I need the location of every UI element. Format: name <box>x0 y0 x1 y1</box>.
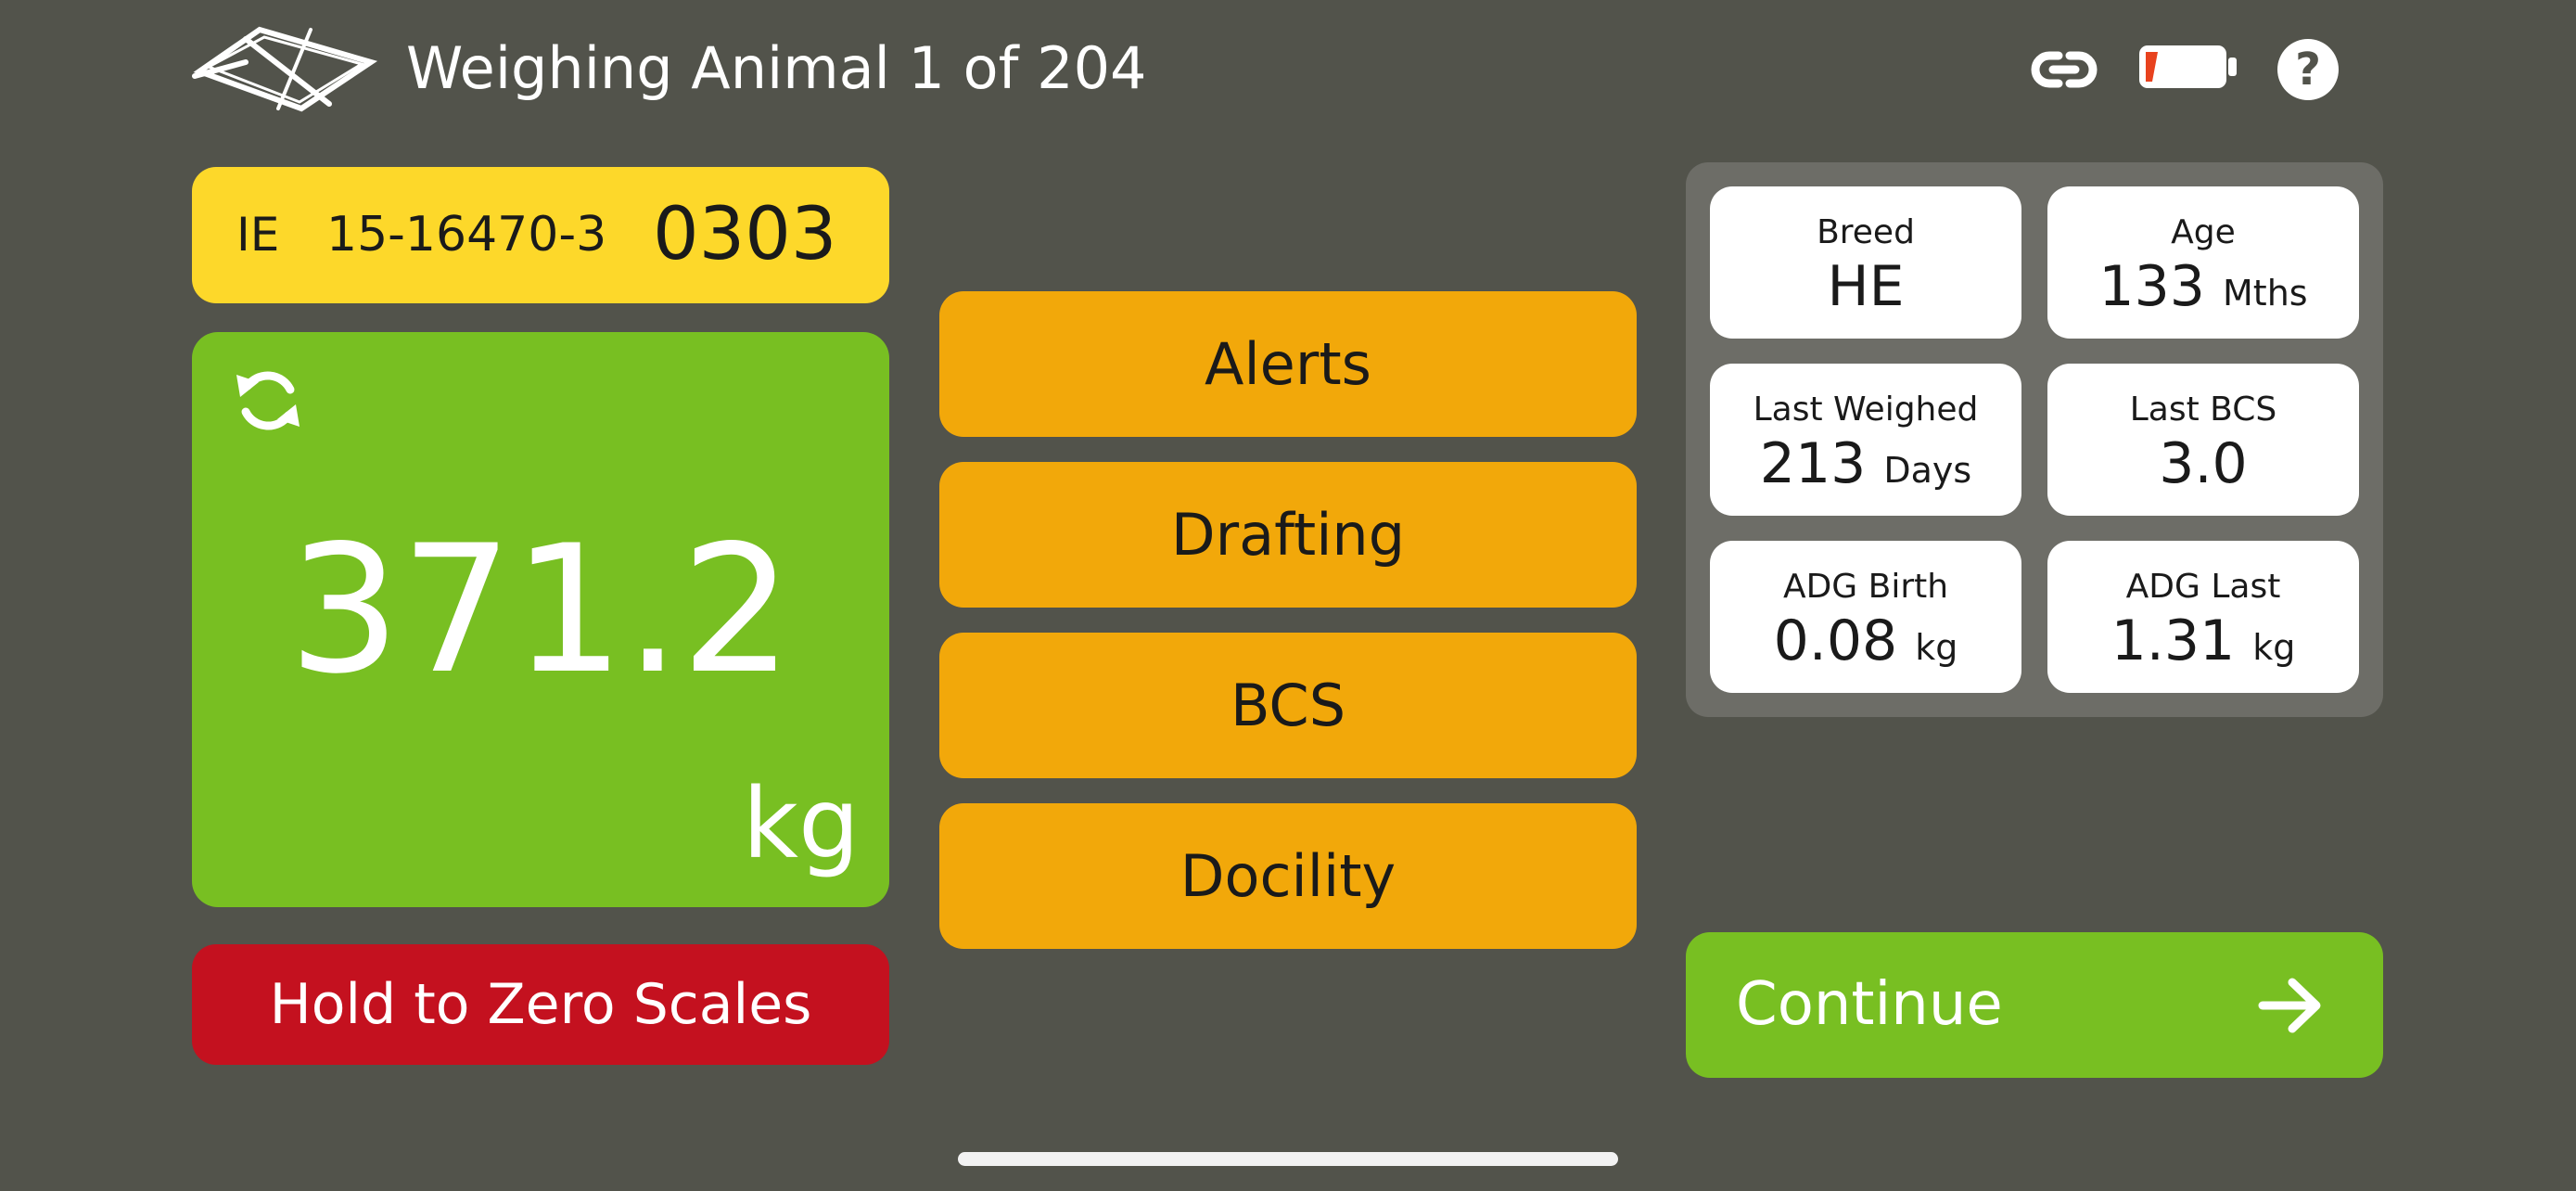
adg-last-value: 1.31 kg <box>2047 608 2359 681</box>
breed-card: Breed HE <box>1710 186 2021 339</box>
adg-birth-card: ADG Birth 0.08 kg <box>1710 541 2021 693</box>
refresh-icon[interactable] <box>229 362 307 440</box>
last-weighed-value: 213 Days <box>1710 430 2021 504</box>
animal-info-panel: Breed HE Age 133 Mths Last Weighed 213 D… <box>1686 162 2383 717</box>
age-card: Age 133 Mths <box>2047 186 2359 339</box>
adg-last-unit: kg <box>2252 627 2296 668</box>
last-weighed-unit: Days <box>1883 450 1972 491</box>
docility-button[interactable]: Docility <box>939 803 1637 949</box>
last-bcs-value: 3.0 <box>2047 430 2359 497</box>
breed-value: HE <box>1710 253 2021 320</box>
tag-animal-number: 0303 <box>653 193 837 276</box>
adg-birth-unit: kg <box>1915 627 1958 668</box>
help-icon[interactable]: ? <box>2277 39 2339 100</box>
weight-display: 371.2 kg <box>192 332 889 907</box>
tag-country: IE <box>236 208 280 262</box>
zero-scales-button[interactable]: Hold to Zero Scales <box>192 944 889 1065</box>
last-bcs-label: Last BCS <box>2129 391 2277 429</box>
adg-last-card: ADG Last 1.31 kg <box>2047 541 2359 693</box>
arrow-right-icon <box>2257 975 2324 1036</box>
age-value-text: 133 <box>2098 254 2205 319</box>
weight-unit: kg <box>742 767 860 880</box>
last-bcs-value-text: 3.0 <box>2159 431 2248 496</box>
page-title: Weighing Animal 1 of 204 <box>406 34 1147 102</box>
last-bcs-card: Last BCS 3.0 <box>2047 364 2359 516</box>
continue-button[interactable]: Continue <box>1686 932 2383 1078</box>
link-icon[interactable] <box>2031 42 2098 97</box>
age-unit: Mths <box>2223 273 2308 314</box>
age-value: 133 Mths <box>2047 253 2359 327</box>
alerts-button[interactable]: Alerts <box>939 291 1637 437</box>
adg-birth-value-text: 0.08 <box>1773 608 1898 673</box>
home-indicator[interactable] <box>958 1152 1618 1166</box>
adg-last-label: ADG Last <box>2125 568 2281 606</box>
breed-label: Breed <box>1817 213 1915 251</box>
adg-birth-value: 0.08 kg <box>1710 608 2021 681</box>
last-weighed-card: Last Weighed 213 Days <box>1710 364 2021 516</box>
tag-herd-number: 15-16470-3 <box>326 207 607 263</box>
age-label: Age <box>2171 213 2236 251</box>
tag-strip: IE 15-16470-3 0303 <box>192 167 889 303</box>
logo-icon <box>190 20 380 118</box>
continue-label: Continue <box>1736 970 2003 1039</box>
weight-value: 371.2 <box>288 507 793 712</box>
last-weighed-value-text: 213 <box>1759 431 1867 496</box>
last-weighed-label: Last Weighed <box>1753 391 1979 429</box>
drafting-button[interactable]: Drafting <box>939 462 1637 608</box>
adg-last-value-text: 1.31 <box>2111 608 2236 673</box>
bcs-button[interactable]: BCS <box>939 633 1637 778</box>
adg-birth-label: ADG Birth <box>1782 568 1949 606</box>
breed-value-text: HE <box>1827 254 1905 319</box>
battery-low-icon <box>2137 42 2238 92</box>
